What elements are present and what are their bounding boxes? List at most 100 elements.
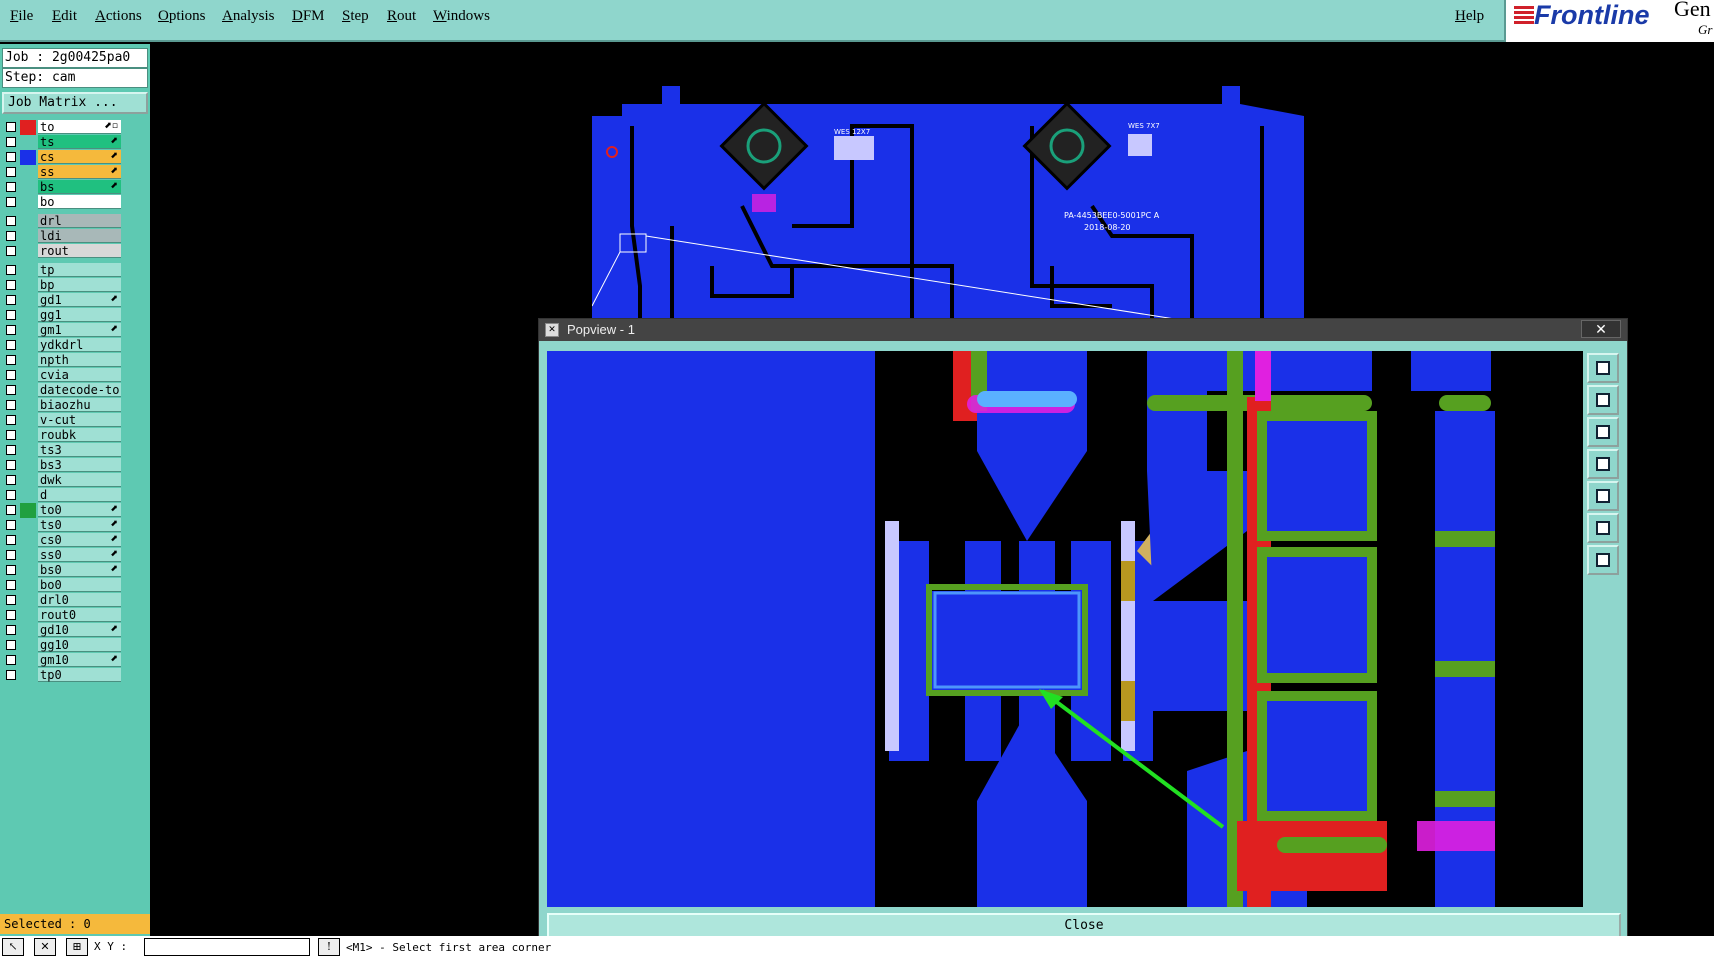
- layer-name[interactable]: ldi: [38, 229, 121, 243]
- layer-checkbox[interactable]: [6, 137, 16, 147]
- layer-checkbox[interactable]: [6, 625, 16, 635]
- layer-checkbox[interactable]: [6, 122, 16, 132]
- layer-name[interactable]: drl0: [38, 593, 121, 607]
- layer-name[interactable]: d: [38, 488, 121, 502]
- layer-name[interactable]: bs3: [38, 458, 121, 472]
- layer-name[interactable]: cs0: [38, 533, 121, 547]
- layer-row-bo[interactable]: bo: [2, 195, 122, 210]
- layer-checkbox[interactable]: [6, 231, 16, 241]
- layer-row-gg10[interactable]: gg10: [2, 638, 122, 653]
- layer-checkbox[interactable]: [6, 460, 16, 470]
- layer-name[interactable]: ydkdrl: [38, 338, 121, 352]
- layer-row-rout0[interactable]: rout0: [2, 608, 122, 623]
- layer-name[interactable]: bo: [38, 195, 121, 209]
- popview-zoom-home-button[interactable]: [1587, 353, 1619, 383]
- select-tool-button[interactable]: ↖: [2, 938, 24, 956]
- layer-checkbox[interactable]: [6, 610, 16, 620]
- layer-checkbox[interactable]: [6, 385, 16, 395]
- layer-checkbox[interactable]: [6, 182, 16, 192]
- layer-row-to0[interactable]: to0 ⬈: [2, 503, 122, 518]
- layer-checkbox[interactable]: [6, 355, 16, 365]
- menu-file[interactable]: File: [10, 8, 33, 25]
- layer-name[interactable]: ts3: [38, 443, 121, 457]
- layer-name[interactable]: ss0: [38, 548, 121, 562]
- layer-name[interactable]: roubk: [38, 428, 121, 442]
- layer-checkbox[interactable]: [6, 475, 16, 485]
- layer-checkbox[interactable]: [6, 580, 16, 590]
- layer-name[interactable]: tp0: [38, 668, 121, 682]
- layer-row-ss0[interactable]: ss0 ⬈: [2, 548, 122, 563]
- layer-row-gm10[interactable]: gm10 ⬈: [2, 653, 122, 668]
- layer-row-gd1[interactable]: gd1 ⬈: [2, 293, 122, 308]
- layer-checkbox[interactable]: [6, 535, 16, 545]
- layer-checkbox[interactable]: [6, 655, 16, 665]
- popview-zoom-in-button[interactable]: [1587, 513, 1619, 543]
- layer-row-gm1[interactable]: gm1 ⬈: [2, 323, 122, 338]
- layer-row-gg1[interactable]: gg1: [2, 308, 122, 323]
- layer-checkbox[interactable]: [6, 167, 16, 177]
- layer-checkbox[interactable]: [6, 520, 16, 530]
- popview-pan-up-button[interactable]: [1587, 385, 1619, 415]
- layer-checkbox[interactable]: [6, 370, 16, 380]
- layer-row-dwk[interactable]: dwk: [2, 473, 122, 488]
- layer-name[interactable]: gd10: [38, 623, 121, 637]
- layer-checkbox[interactable]: [6, 415, 16, 425]
- layer-checkbox[interactable]: [6, 216, 16, 226]
- popview-titlebar[interactable]: ✕ Popview - 1 ✕: [539, 319, 1627, 341]
- layer-name[interactable]: cs: [38, 150, 121, 164]
- layer-row-d[interactable]: d: [2, 488, 122, 503]
- layer-row-rout[interactable]: rout: [2, 244, 122, 259]
- popview-pan-left-button[interactable]: [1587, 449, 1619, 479]
- layer-name[interactable]: gm10: [38, 653, 121, 667]
- menu-actions[interactable]: Actions: [95, 8, 142, 25]
- popview-pan-right-button[interactable]: [1587, 481, 1619, 511]
- popview-close-icon[interactable]: ✕: [1581, 320, 1621, 338]
- layer-name[interactable]: gg10: [38, 638, 121, 652]
- layer-row-cvia[interactable]: cvia: [2, 368, 122, 383]
- job-matrix-button[interactable]: Job Matrix ...: [2, 92, 148, 114]
- layer-row-datecode-to[interactable]: datecode-to: [2, 383, 122, 398]
- layer-row-tp[interactable]: tp: [2, 263, 122, 278]
- popview-pan-down-button[interactable]: [1587, 417, 1619, 447]
- menu-analysis[interactable]: Analysis: [222, 8, 275, 25]
- layer-row-ts[interactable]: ts ⬈: [2, 135, 122, 150]
- layer-row-cs[interactable]: cs ⬈: [2, 150, 122, 165]
- layer-name[interactable]: biaozhu: [38, 398, 121, 412]
- layer-checkbox[interactable]: [6, 445, 16, 455]
- layer-row-bp[interactable]: bp: [2, 278, 122, 293]
- layer-name[interactable]: ss: [38, 165, 121, 179]
- layer-name[interactable]: bo0: [38, 578, 121, 592]
- cancel-tool-button[interactable]: ✕: [34, 938, 56, 956]
- layer-row-ts3[interactable]: ts3: [2, 443, 122, 458]
- pcb-board-view[interactable]: WES 12X7 WES 7X7 PA-4453BEE0-5001PC A 20…: [592, 86, 1304, 328]
- menu-rout[interactable]: Rout: [387, 8, 416, 25]
- popview-canvas[interactable]: [547, 351, 1583, 907]
- layer-checkbox[interactable]: [6, 197, 16, 207]
- menu-edit[interactable]: Edit: [52, 8, 77, 25]
- layer-name[interactable]: rout0: [38, 608, 121, 622]
- layer-row-biaozhu[interactable]: biaozhu: [2, 398, 122, 413]
- layer-row-gd10[interactable]: gd10 ⬈: [2, 623, 122, 638]
- layer-checkbox[interactable]: [6, 640, 16, 650]
- layer-name[interactable]: rout: [38, 244, 121, 258]
- alert-icon[interactable]: !: [318, 938, 340, 956]
- layer-name[interactable]: bp: [38, 278, 121, 292]
- layer-checkbox[interactable]: [6, 430, 16, 440]
- layer-checkbox[interactable]: [6, 265, 16, 275]
- layer-checkbox[interactable]: [6, 550, 16, 560]
- layer-name[interactable]: gg1: [38, 308, 121, 322]
- layer-checkbox[interactable]: [6, 152, 16, 162]
- layer-checkbox[interactable]: [6, 310, 16, 320]
- layer-row-ss[interactable]: ss ⬈: [2, 165, 122, 180]
- popview-zoom-out-button[interactable]: [1587, 545, 1619, 575]
- layer-name[interactable]: tp: [38, 263, 121, 277]
- layer-checkbox[interactable]: [6, 295, 16, 305]
- menu-help[interactable]: Help: [1455, 8, 1484, 25]
- menu-dfm[interactable]: DFM: [292, 8, 325, 25]
- layer-row-bs0[interactable]: bs0 ⬈: [2, 563, 122, 578]
- layer-name[interactable]: ts0: [38, 518, 121, 532]
- menu-options[interactable]: Options: [158, 8, 206, 25]
- layer-name[interactable]: bs: [38, 180, 121, 194]
- layer-checkbox[interactable]: [6, 670, 16, 680]
- layer-row-bo0[interactable]: bo0: [2, 578, 122, 593]
